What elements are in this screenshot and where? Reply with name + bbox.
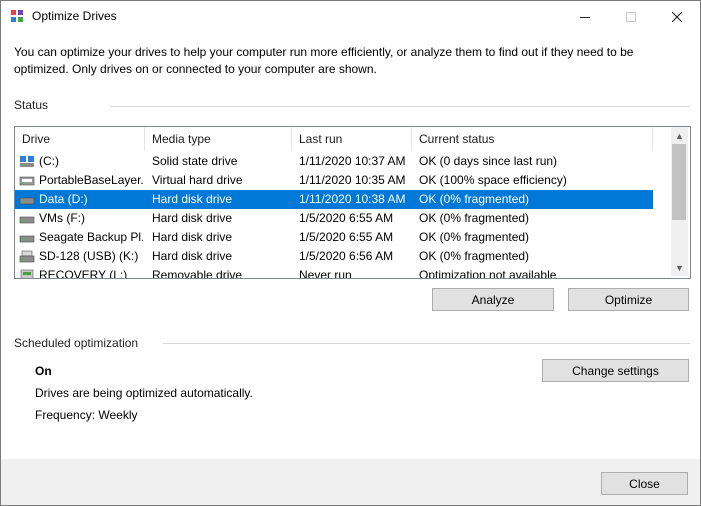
media-type: Solid state drive	[152, 154, 238, 168]
hard-drive-icon	[19, 197, 35, 205]
current-status: OK (100% space efficiency)	[419, 173, 567, 187]
last-run: 1/11/2020 10:38 AM	[299, 192, 406, 206]
scroll-up-arrow-icon[interactable]: ▲	[671, 127, 688, 144]
column-header-filler	[653, 127, 671, 151]
close-window-button[interactable]	[654, 1, 700, 32]
last-run: 1/11/2020 10:37 AM	[299, 154, 406, 168]
drive-name: Data (D:)	[39, 192, 88, 206]
virtual-drive-icon	[19, 176, 35, 186]
close-icon	[672, 11, 682, 22]
minimize-button[interactable]	[562, 1, 608, 32]
drive-name: VMs (F:)	[39, 211, 85, 225]
drives-list-header: Drive Media type Last run Current status	[15, 127, 671, 151]
dialog-footer: Close	[1, 459, 700, 505]
drive-row[interactable]: Seagate Backup Pl... Hard disk drive 1/5/2…	[15, 228, 653, 247]
schedule-description: Drives are being optimized automatically…	[35, 386, 253, 400]
drives-list[interactable]: Drive Media type Last run Current status…	[14, 126, 691, 279]
change-settings-button[interactable]: Change settings	[542, 359, 689, 382]
drive-name: PortableBaseLayer...	[39, 173, 143, 187]
analyze-button[interactable]: Analyze	[432, 288, 554, 311]
last-run: 1/5/2020 6:55 AM	[299, 230, 394, 244]
drive-name: (C:)	[39, 154, 59, 168]
last-run: 1/11/2020 10:35 AM	[299, 173, 406, 187]
current-status: OK (0% fragmented)	[419, 211, 530, 225]
scrollbar-thumb[interactable]	[672, 144, 686, 220]
column-header-current-status[interactable]: Current status	[412, 127, 653, 151]
schedule-state: On	[35, 364, 52, 378]
current-status: OK (0 days since last run)	[419, 154, 558, 168]
media-type: Hard disk drive	[152, 249, 233, 263]
optimize-button[interactable]: Optimize	[568, 288, 689, 311]
media-type: Hard disk drive	[152, 211, 233, 225]
last-run: 1/5/2020 6:56 AM	[299, 249, 394, 263]
maximize-button[interactable]	[608, 1, 654, 32]
media-type: Hard disk drive	[152, 230, 233, 244]
last-run: 1/5/2020 6:55 AM	[299, 211, 394, 225]
defrag-app-icon	[11, 10, 23, 22]
drive-row[interactable]: PortableBaseLayer... Virtual hard drive 1/…	[15, 171, 653, 190]
drive-name: Seagate Backup Pl...	[39, 230, 143, 244]
column-header-last-run[interactable]: Last run	[292, 127, 412, 151]
drive-row[interactable]: SD-128 (USB) (K:) Hard disk drive 1/5/2020…	[15, 247, 653, 266]
hard-drive-icon	[19, 235, 35, 243]
last-run: Never run	[299, 268, 352, 279]
window-title: Optimize Drives	[32, 9, 117, 23]
ssd-drive-icon	[20, 156, 34, 167]
schedule-frequency: Frequency: Weekly	[35, 408, 138, 422]
current-status: Optimization not available	[419, 268, 557, 279]
minimize-icon	[580, 16, 590, 18]
usb-drive-icon	[19, 250, 35, 263]
media-type: Hard disk drive	[152, 192, 233, 206]
intro-text: You can optimize your drives to help you…	[14, 45, 634, 76]
drive-row[interactable]: Data (D:) Hard disk drive 1/11/2020 10:38 …	[15, 190, 653, 209]
status-divider	[110, 106, 690, 107]
scroll-down-arrow-icon[interactable]: ▼	[671, 259, 688, 276]
column-header-media-type[interactable]: Media type	[145, 127, 292, 151]
drive-row[interactable]: RECOVERY (L:) Removable drive Never run Opt…	[15, 266, 653, 279]
current-status: OK (0% fragmented)	[419, 230, 530, 244]
media-type: Virtual hard drive	[152, 173, 243, 187]
optimize-drives-window: Optimize Drives You can optimize your dr…	[0, 0, 701, 506]
drive-name: RECOVERY (L:)	[39, 268, 128, 279]
scheduled-section-label: Scheduled optimization	[14, 336, 139, 350]
hard-drive-icon	[19, 216, 35, 224]
current-status: OK (0% fragmented)	[419, 249, 530, 263]
title-bar[interactable]: Optimize Drives	[1, 1, 700, 32]
media-type: Removable drive	[152, 268, 243, 279]
maximize-icon	[626, 11, 636, 22]
column-header-drive[interactable]: Drive	[15, 127, 145, 151]
drives-list-scrollbar[interactable]: ▲ ▼	[671, 127, 688, 276]
drive-name: SD-128 (USB) (K:)	[39, 249, 139, 263]
scheduled-divider	[163, 343, 690, 344]
status-section-label: Status	[14, 98, 49, 112]
drive-row[interactable]: VMs (F:) Hard disk drive 1/5/2020 6:55 AM O…	[15, 209, 653, 228]
drive-row[interactable]: (C:) Solid state drive 1/11/2020 10:37 AM O…	[15, 152, 653, 171]
close-button[interactable]: Close	[601, 472, 688, 495]
removable-drive-icon	[20, 269, 34, 278]
current-status: OK (0% fragmented)	[419, 192, 530, 206]
